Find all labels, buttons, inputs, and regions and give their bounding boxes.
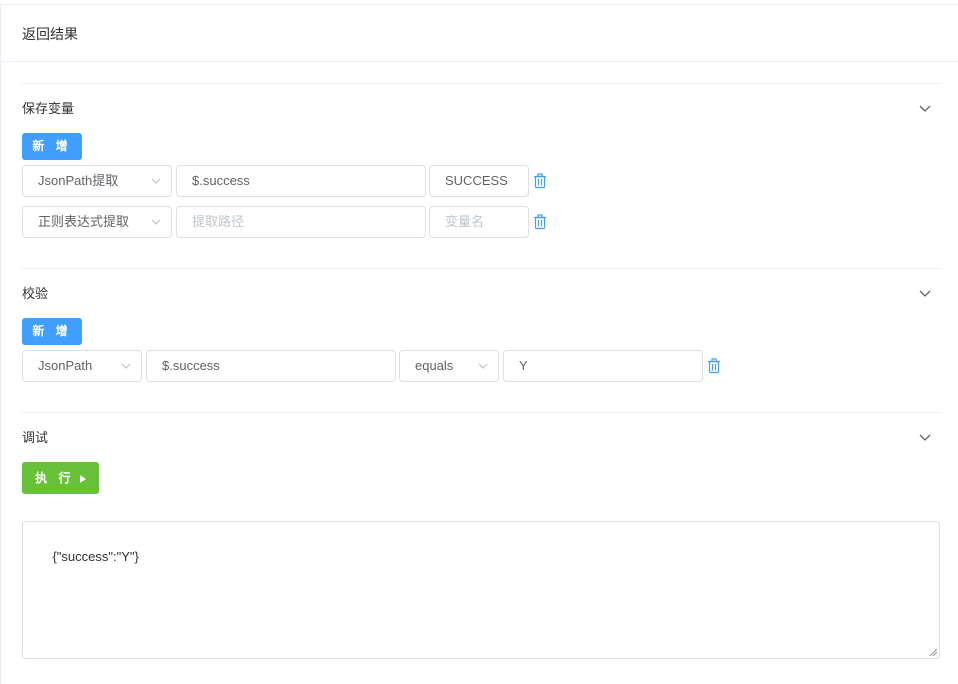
section-title-validate: 校验 — [22, 286, 49, 301]
card-title: 返回结果 — [22, 26, 78, 42]
section-divider — [22, 268, 940, 269]
add-validation-button[interactable]: 新 增 — [22, 318, 82, 345]
variable-name-input[interactable]: 变量名 — [429, 206, 529, 238]
caret-down-icon — [478, 363, 488, 369]
section-divider — [22, 412, 940, 413]
extract-type-select[interactable]: JsonPath提取 — [22, 165, 172, 197]
extract-type-value: JsonPath提取 — [38, 173, 119, 188]
caret-down-icon — [151, 178, 161, 184]
trash-icon[interactable] — [707, 358, 721, 374]
chevron-down-icon[interactable] — [918, 101, 932, 115]
caret-down-icon — [121, 363, 131, 369]
operator-select[interactable]: equals — [399, 350, 499, 382]
extract-type-value: 正则表达式提取 — [38, 214, 130, 229]
chevron-down-icon[interactable] — [918, 430, 932, 444]
extract-path-input[interactable]: 提取路径 — [176, 206, 426, 238]
caret-down-icon — [151, 219, 161, 225]
debug-output-textarea[interactable]: {"success":"Y"} — [22, 521, 940, 659]
result-card: 返回结果 保存变量 新 增 JsonPath提取 $.success SUCCE… — [0, 4, 958, 684]
chevron-down-icon[interactable] — [918, 286, 932, 300]
trash-icon[interactable] — [533, 214, 547, 230]
run-button-label: 执 行 — [35, 471, 75, 485]
section-divider — [22, 83, 940, 84]
validation-path-input[interactable]: $.success — [146, 350, 396, 382]
run-button[interactable]: 执 行 — [22, 462, 99, 494]
extract-path-input[interactable]: $.success — [176, 165, 426, 197]
card-header: 返回结果 — [1, 5, 958, 62]
debug-output-text: {"success":"Y"} — [52, 549, 139, 564]
section-title-save-vars: 保存变量 — [22, 101, 75, 116]
resize-handle-icon[interactable] — [929, 648, 937, 656]
operator-value: equals — [415, 358, 454, 373]
validation-type-value: JsonPath — [38, 358, 93, 373]
section-title-debug: 调试 — [22, 430, 49, 445]
trash-icon[interactable] — [533, 173, 547, 189]
expected-value-input[interactable]: Y — [503, 350, 703, 382]
extract-type-select[interactable]: 正则表达式提取 — [22, 206, 172, 238]
variable-name-input[interactable]: SUCCESS — [429, 165, 529, 197]
play-icon — [79, 474, 86, 483]
validation-type-select[interactable]: JsonPath — [22, 350, 142, 382]
add-save-var-button[interactable]: 新 增 — [22, 133, 82, 160]
